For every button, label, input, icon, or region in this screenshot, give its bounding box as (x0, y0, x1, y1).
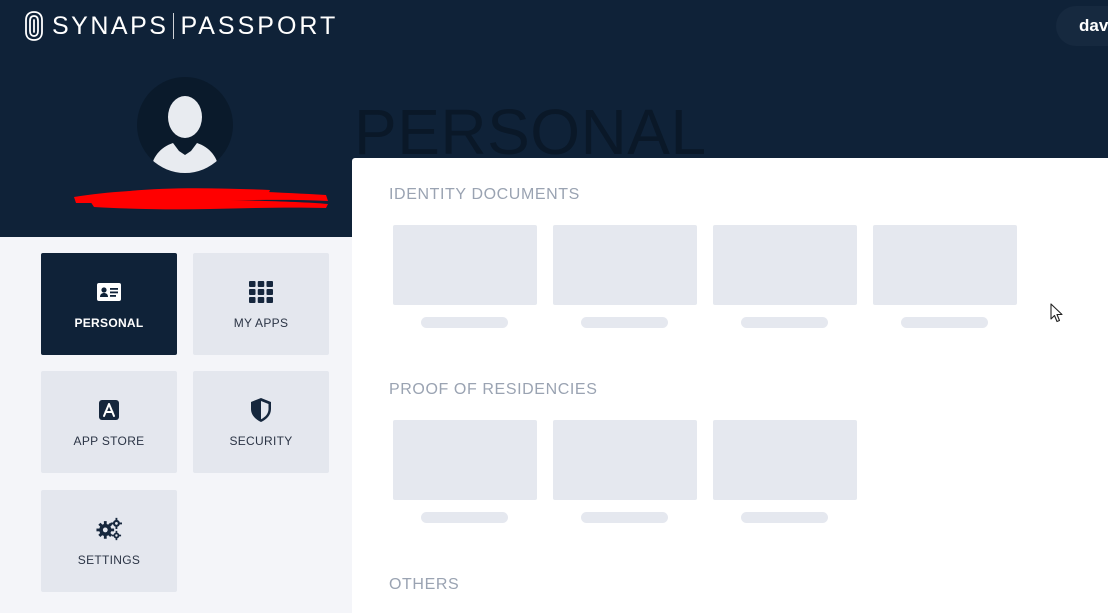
brand-logo[interactable]: SYNAPS PASSPORT (24, 10, 338, 42)
document-label-placeholder (581, 512, 668, 523)
fingerprint-icon (25, 11, 43, 41)
user-silhouette-icon (151, 96, 219, 173)
page-title: PERSONAL (354, 96, 707, 168)
nav-tile-my-apps[interactable]: MY APPS (193, 253, 329, 355)
section-title-others: OTHERS (389, 576, 460, 593)
nav-tile-label: MY APPS (233, 316, 289, 330)
shield-icon (247, 396, 275, 424)
section-title-proof-of-residencies: PROOF OF RESIDENCIES (389, 381, 598, 398)
document-placeholder[interactable] (553, 225, 697, 305)
document-placeholder[interactable] (713, 225, 857, 305)
document-placeholder[interactable] (873, 225, 1017, 305)
nav-tile-personal[interactable]: PERSONAL (41, 253, 177, 355)
document-label-placeholder (741, 512, 828, 523)
gears-icon (95, 515, 123, 543)
redacted-name (74, 188, 328, 210)
mouse-cursor-icon (1050, 303, 1063, 323)
document-label-placeholder (421, 317, 508, 328)
document-label-placeholder (901, 317, 988, 328)
brand-name-primary: SYNAPS (52, 11, 169, 40)
document-label-placeholder (741, 317, 828, 328)
id-card-icon (95, 278, 123, 306)
brand-name-secondary: PASSPORT (180, 11, 339, 40)
avatar[interactable] (137, 77, 233, 173)
nav-tile-label: SETTINGS (77, 553, 141, 567)
nav-tile-settings[interactable]: SETTINGS (41, 490, 177, 592)
document-placeholder[interactable] (393, 420, 537, 500)
grid-icon (247, 278, 275, 306)
nav-tile-label: PERSONAL (74, 316, 144, 330)
user-name: dav (1079, 16, 1108, 35)
documents-panel: IDENTITY DOCUMENTS PROOF OF RESIDENCIES … (352, 158, 1108, 613)
nav-tile-app-store[interactable]: APP STORE (41, 371, 177, 473)
nav-tile-security[interactable]: SECURITY (193, 371, 329, 473)
document-placeholder[interactable] (553, 420, 697, 500)
nav-tile-label: APP STORE (73, 434, 145, 448)
brand-divider (173, 13, 175, 39)
document-label-placeholder (421, 512, 508, 523)
document-placeholder[interactable] (713, 420, 857, 500)
nav-tile-label: SECURITY (229, 434, 293, 448)
user-menu-button[interactable]: dav (1056, 6, 1108, 46)
section-title-identity-documents: IDENTITY DOCUMENTS (389, 186, 580, 203)
document-label-placeholder (581, 317, 668, 328)
app-store-icon (95, 396, 123, 424)
document-placeholder[interactable] (393, 225, 537, 305)
